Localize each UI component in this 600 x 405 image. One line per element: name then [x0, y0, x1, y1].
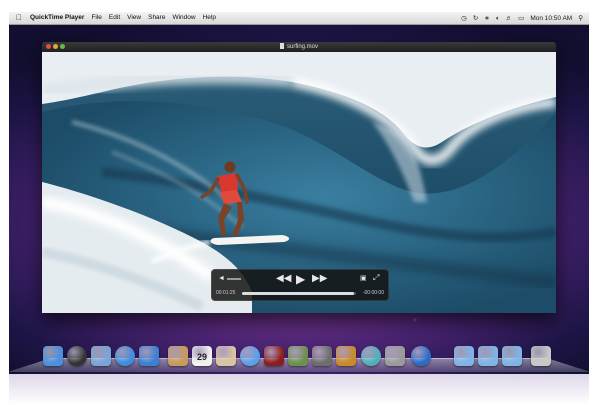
ical-icon[interactable]: 29	[192, 346, 212, 366]
spotlight-icon[interactable]: ⚲	[578, 14, 583, 22]
menu-app-name[interactable]: QuickTime Player	[30, 12, 84, 24]
scrubber-fill	[242, 292, 354, 295]
share-icon[interactable]: ▣	[360, 274, 367, 282]
quicktime-window: surfing.mov ◄ ◀◀ ▶ ▶▶ ▣ ⤢ 00:01:25 -00:0…	[42, 42, 556, 313]
menu-edit[interactable]: Edit	[109, 12, 120, 24]
menu-clock[interactable]: Mon 10:50 AM	[530, 15, 572, 22]
address-book-icon[interactable]	[168, 346, 188, 366]
downloads-folder-icon[interactable]	[502, 346, 522, 366]
dashboard-icon[interactable]	[67, 346, 87, 366]
zoom-button[interactable]	[60, 44, 65, 49]
imovie-icon[interactable]	[312, 346, 332, 366]
volume-icon[interactable]: ♬	[506, 15, 513, 22]
time-machine-icon[interactable]	[361, 346, 381, 366]
elapsed-time: 00:01:25	[216, 290, 236, 296]
menu-share[interactable]: Share	[148, 12, 165, 24]
volume-slider[interactable]	[227, 278, 241, 280]
sync-icon[interactable]: ↻	[473, 14, 478, 22]
bluetooth-icon[interactable]: ∗	[484, 14, 489, 22]
itunes-icon[interactable]	[240, 346, 260, 366]
finder-icon[interactable]	[43, 346, 63, 366]
remaining-time: -00:00:00	[362, 290, 384, 296]
menu-help[interactable]: Help	[203, 12, 216, 24]
garageband-icon[interactable]	[336, 346, 356, 366]
preview-icon[interactable]	[216, 346, 236, 366]
system-preferences-icon[interactable]	[385, 346, 405, 366]
menu-window[interactable]: Window	[172, 12, 195, 24]
fast-forward-button[interactable]: ▶▶	[312, 273, 327, 284]
ichat-icon[interactable]	[139, 346, 159, 366]
menu-extras: ◷ ↻ ∗ ◐ ♬ ▭ Mon 10:50 AM ⚲	[455, 12, 583, 24]
minimize-button[interactable]	[53, 44, 58, 49]
fullscreen-icon[interactable]: ⤢	[373, 273, 379, 283]
iphoto-icon[interactable]	[288, 346, 308, 366]
desktop:  QuickTime Player File Edit View Share …	[9, 12, 589, 374]
scrubber-track[interactable]	[242, 292, 356, 295]
quicktime-icon[interactable]	[411, 346, 431, 366]
close-button[interactable]	[46, 44, 51, 49]
window-title: surfing.mov	[286, 44, 318, 50]
applications-folder-icon[interactable]	[454, 346, 474, 366]
safari-icon[interactable]	[115, 346, 135, 366]
photo-booth-icon[interactable]	[264, 346, 284, 366]
menu-bar:  QuickTime Player File Edit View Share …	[9, 12, 589, 25]
trash-icon[interactable]	[531, 346, 551, 366]
dock: 29	[9, 342, 589, 374]
battery-icon[interactable]: ▭	[518, 14, 524, 22]
wifi-icon[interactable]: ◐	[496, 15, 500, 22]
movie-file-icon	[279, 43, 284, 49]
screen-reflection	[9, 374, 589, 405]
apple-menu-icon[interactable]: 	[16, 12, 22, 24]
time-machine-icon[interactable]: ◷	[461, 14, 467, 22]
window-titlebar[interactable]: surfing.mov	[42, 42, 556, 52]
playback-controls: ◄ ◀◀ ▶ ▶▶ ▣ ⤢ 00:01:25 -00:00:00	[211, 269, 389, 301]
rewind-button[interactable]: ◀◀	[276, 273, 291, 284]
menu-file[interactable]: File	[91, 12, 101, 24]
play-button[interactable]: ▶	[296, 272, 305, 286]
documents-folder-icon[interactable]	[478, 346, 498, 366]
volume-icon[interactable]: ◄	[218, 275, 225, 282]
mail-icon[interactable]	[91, 346, 111, 366]
menu-view[interactable]: View	[127, 12, 141, 24]
